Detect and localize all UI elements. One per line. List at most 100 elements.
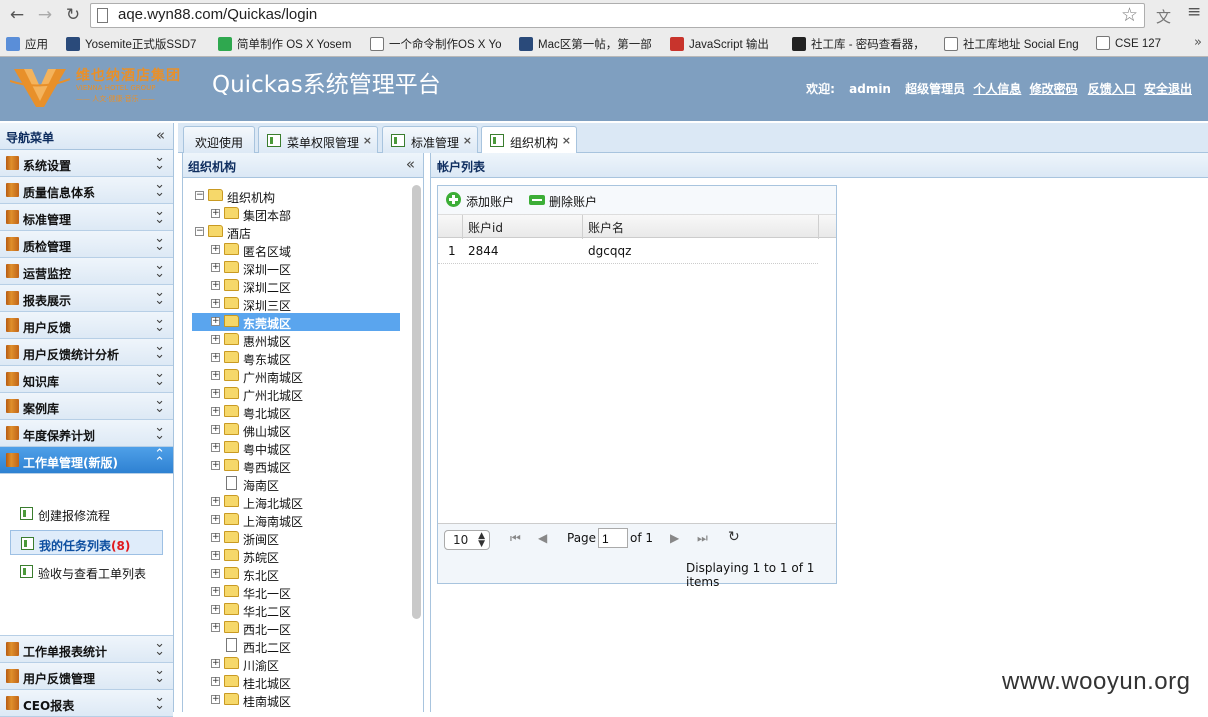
tree-node[interactable]: + 深圳二区 [192,277,400,295]
tree-node[interactable]: + 上海北城区 [192,493,400,511]
tree-node[interactable]: + 东莞城区 [192,313,400,331]
expand-icon[interactable]: + [211,569,220,578]
tree-node[interactable]: + 东北区 [192,565,400,583]
nav-section[interactable]: 工作单报表统计 ⌄ ⌄ [0,636,173,663]
bookmark-star-icon[interactable]: ☆ [1121,4,1138,26]
tree-node[interactable]: + 苏皖区 [192,547,400,565]
bookmark-item[interactable]: 简单制作 OS X Yosem [218,36,363,52]
bookmark-item[interactable]: 社工库地址 Social Eng [944,36,1089,52]
collapse-nav-icon[interactable]: « [156,126,165,144]
expand-icon[interactable]: + [211,623,220,632]
nav-section[interactable]: 用户反馈统计分析 ⌄ ⌄ [0,339,173,366]
expand-icon[interactable]: + [211,209,220,218]
address-bar[interactable]: aqe.wyn88.com/Quickas/login ☆ [90,3,1145,28]
expand-icon[interactable]: + [211,299,220,308]
tree-node[interactable]: + 深圳一区 [192,259,400,277]
tree-node[interactable]: + 佛山城区 [192,421,400,439]
close-icon[interactable]: × [562,134,571,147]
nav-subitem[interactable]: 我的任务列表(8) [10,530,163,555]
page-size-select[interactable]: 10 ▲ ▼ [444,530,490,550]
tree-node[interactable]: + 西北一区 [192,619,400,637]
tree-node[interactable]: + 粤西城区 [192,457,400,475]
tab-4[interactable]: 组织机构 × [481,126,577,154]
expand-icon[interactable]: + [211,281,220,290]
expand-icon[interactable]: + [211,659,220,668]
forward-icon[interactable]: → [34,4,56,26]
tree-node[interactable]: − 酒店 [192,223,400,241]
expand-icon[interactable]: + [211,425,220,434]
tree-node[interactable]: + 粤中城区 [192,439,400,457]
nav-section[interactable]: 质检管理 ⌄ ⌄ [0,231,173,258]
nav-section[interactable]: 用户反馈 ⌄ ⌄ [0,312,173,339]
tree-node[interactable]: + 桂南城区 [192,691,400,707]
tree-node[interactable]: + 深圳三区 [192,295,400,313]
logout-link[interactable]: 安全退出 [1144,82,1192,96]
nav-section[interactable]: 案例库 ⌄ ⌄ [0,393,173,420]
profile-link[interactable]: 个人信息 [973,82,1021,96]
nav-subitem[interactable]: 验收与查看工单列表 [10,559,163,584]
tab-1[interactable]: 欢迎使用 [183,126,255,153]
tree-node[interactable]: + 广州南城区 [192,367,400,385]
expand-icon[interactable]: + [211,515,220,524]
collapse-tree-icon[interactable]: « [406,155,415,173]
refresh-icon[interactable]: ↻ [728,529,740,545]
back-icon[interactable]: ← [6,4,28,26]
expand-icon[interactable]: + [211,353,220,362]
nav-section[interactable]: 质量信息体系 ⌄ ⌄ [0,177,173,204]
nav-section[interactable]: 用户反馈管理 ⌄ ⌄ [0,663,173,690]
tree-node[interactable]: + 粤北城区 [192,403,400,421]
next-page-icon[interactable]: ▶ [670,531,679,545]
tree-node[interactable]: + 华北二区 [192,601,400,619]
tree-scrollbar[interactable] [412,185,421,619]
page-number-input[interactable] [598,528,628,548]
close-icon[interactable]: × [363,134,372,147]
translate-extension-icon[interactable]: 文 [1156,6,1171,27]
tree-node[interactable]: + 川渝区 [192,655,400,673]
expand-icon[interactable]: + [211,371,220,380]
last-page-icon[interactable]: ⏭ [697,531,708,546]
tree-node[interactable]: 西北二区 [192,637,400,655]
prev-page-icon[interactable]: ◀ [538,531,547,545]
expand-icon[interactable]: + [211,497,220,506]
expand-icon[interactable]: + [211,245,220,254]
nav-section[interactable]: CEO报表 ⌄ ⌄ [0,690,173,717]
table-row[interactable]: 1 2844 dgcqqz [438,238,818,264]
nav-section-active[interactable]: 工作单管理(新版) ⌃ ⌃ [0,447,173,474]
expand-icon[interactable]: + [211,587,220,596]
tree-node[interactable]: + 集团本部 [192,205,400,223]
close-icon[interactable]: × [463,134,472,147]
tree-node[interactable]: 海南区 [192,475,400,493]
nav-section[interactable]: 运营监控 ⌄ ⌄ [0,258,173,285]
tree-node[interactable]: + 浙闽区 [192,529,400,547]
nav-section[interactable]: 知识库 ⌄ ⌄ [0,366,173,393]
tree-node[interactable]: + 粤东城区 [192,349,400,367]
expand-icon[interactable]: + [211,335,220,344]
reload-icon[interactable]: ↻ [62,4,84,26]
tab-2[interactable]: 菜单权限管理 × [258,126,378,153]
bookmark-item[interactable]: Mac区第一帖，第一部 [519,36,662,52]
bookmark-item[interactable]: CSE 127 [1096,36,1176,52]
nav-section[interactable]: 系统设置 ⌄ ⌄ [0,150,173,177]
bookmark-item[interactable]: Yosemite正式版SSD7 [66,36,211,52]
bookmark-item[interactable]: JavaScript 输出 [670,36,785,52]
expand-icon[interactable]: + [211,605,220,614]
expand-icon[interactable]: + [211,389,220,398]
expand-icon[interactable]: + [211,461,220,470]
tree-node[interactable]: + 惠州城区 [192,331,400,349]
expand-icon[interactable]: + [211,443,220,452]
collapse-icon[interactable]: − [195,191,204,200]
tree-node[interactable]: + 匿名区域 [192,241,400,259]
browser-menu-icon[interactable]: ≡ [1187,2,1201,22]
more-bookmarks-icon[interactable]: » [1194,35,1202,50]
bookmark-item[interactable]: 一个命令制作OS X Yo [370,36,510,52]
feedback-link[interactable]: 反馈入口 [1088,82,1136,96]
column-header-name[interactable]: 账户名 [588,219,624,236]
nav-section[interactable]: 年度保养计划 ⌄ ⌄ [0,420,173,447]
nav-section[interactable]: 报表展示 ⌄ ⌄ [0,285,173,312]
expand-icon[interactable]: + [211,695,220,704]
tree-node[interactable]: − 组织机构 [192,187,400,205]
bookmark-item[interactable]: 应用 [6,36,62,52]
expand-icon[interactable]: + [211,317,220,326]
tree-node[interactable]: + 广州北城区 [192,385,400,403]
expand-icon[interactable]: + [211,551,220,560]
